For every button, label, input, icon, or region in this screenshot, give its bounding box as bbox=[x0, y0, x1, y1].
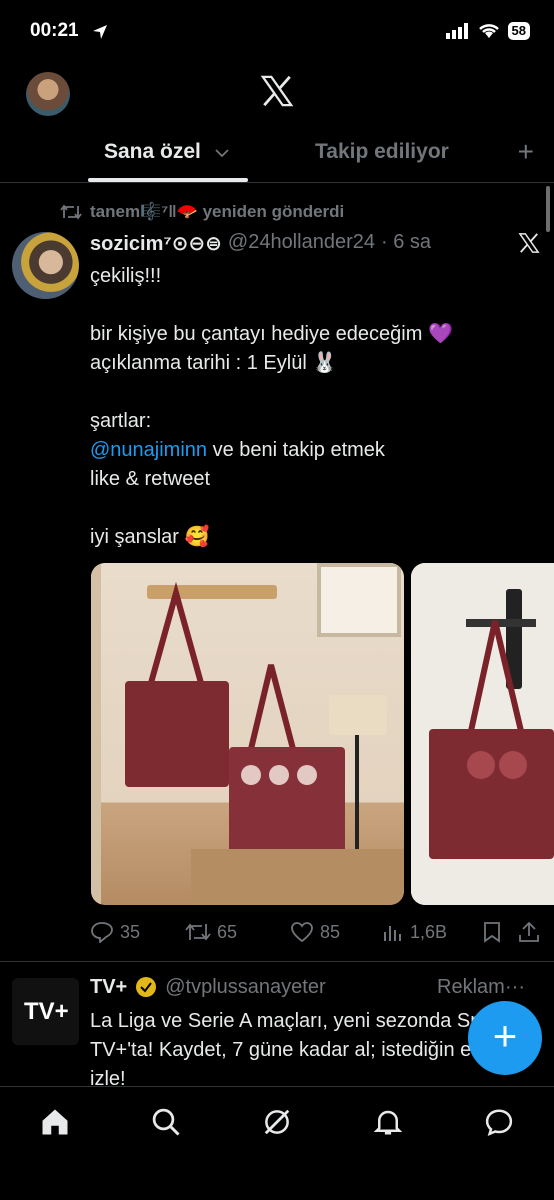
bottom-navigation bbox=[0, 1086, 554, 1200]
search-icon[interactable] bbox=[151, 1107, 181, 1137]
retweet-context[interactable]: tanem🎼⁷‖🪭 yeniden gönderdi bbox=[60, 202, 344, 222]
heart-icon bbox=[291, 922, 313, 943]
battery-indicator: 58 bbox=[507, 22, 530, 40]
promoted-label: Reklam bbox=[437, 976, 505, 998]
tweet-author-avatar[interactable] bbox=[12, 232, 79, 299]
tv-plus-logo-text: TV+ bbox=[24, 998, 69, 1025]
tweet-header: sozicim⁷⊙⊖⊜ @24hollander24 · 6 sa bbox=[90, 231, 431, 256]
ad-avatar[interactable]: TV+ bbox=[12, 978, 79, 1045]
mention-link[interactable]: @nunajiminn bbox=[90, 439, 207, 461]
retweet-icon bbox=[185, 923, 211, 941]
status-indicators: 58 bbox=[445, 22, 530, 40]
signal-icon bbox=[445, 23, 468, 39]
views-button[interactable]: 1,6B bbox=[382, 922, 482, 943]
x-logo-icon[interactable] bbox=[260, 74, 294, 108]
ad-author-handle[interactable]: @tvplussanayeter bbox=[165, 976, 325, 999]
messages-icon[interactable] bbox=[484, 1107, 514, 1137]
share-button[interactable] bbox=[518, 921, 540, 943]
retweet-icon bbox=[60, 204, 82, 220]
views-count: 1,6B bbox=[410, 921, 448, 942]
reply-button[interactable]: 35 bbox=[90, 921, 185, 943]
tweet-time: · 6 sa bbox=[380, 231, 432, 253]
tote-bag-door-photo bbox=[411, 563, 554, 905]
chevron-down-icon bbox=[215, 149, 229, 158]
status-time: 00:21 bbox=[30, 20, 79, 41]
retweet-count: 65 bbox=[217, 921, 238, 942]
tweet-text: çekiliş!!! bir kişiye bu çantayı hediye e… bbox=[90, 262, 530, 552]
profile-avatar[interactable] bbox=[26, 72, 70, 116]
more-options-icon[interactable]: ··· bbox=[505, 976, 525, 999]
tweet-image[interactable] bbox=[411, 563, 554, 905]
compose-button[interactable]: + bbox=[468, 1001, 542, 1075]
tweet-line: çekiliş!!! bbox=[90, 265, 162, 287]
tab-for-you[interactable]: Sana özel bbox=[104, 140, 229, 164]
bookmark-icon bbox=[484, 922, 500, 943]
verified-badge-icon bbox=[136, 977, 157, 997]
tab-following[interactable]: Takip ediliyor bbox=[315, 140, 449, 164]
active-tab-indicator bbox=[88, 178, 248, 182]
reply-count: 35 bbox=[120, 921, 141, 942]
tweet-author-name[interactable]: sozicim⁷⊙⊖⊜ bbox=[90, 231, 222, 256]
share-icon bbox=[519, 921, 539, 942]
tweet-actions: 35 65 85 1,6B bbox=[90, 918, 540, 946]
home-icon[interactable] bbox=[40, 1107, 70, 1137]
ad-author-name[interactable]: TV+ bbox=[90, 976, 127, 999]
tweet-line: açıklanma tarihi : 1 Eylül 🐰 bbox=[90, 352, 338, 374]
location-arrow-icon bbox=[93, 25, 107, 39]
scrollbar[interactable] bbox=[546, 186, 550, 232]
reply-icon bbox=[91, 922, 113, 943]
retweeted-by-text: tanem🎼⁷‖🪭 yeniden gönderdi bbox=[90, 202, 345, 221]
timeline-tabs: Sana özel Takip ediliyor + bbox=[0, 132, 554, 183]
wifi-icon bbox=[478, 24, 499, 38]
add-tab-icon[interactable]: + bbox=[518, 136, 534, 168]
x-logo-icon bbox=[518, 233, 540, 253]
grok-icon[interactable] bbox=[262, 1107, 292, 1137]
tweet-line: like & retweet bbox=[90, 468, 211, 490]
tweet-line: @nunajiminn ve beni takip etmek bbox=[90, 436, 530, 465]
tweet-line-text: ve beni takip etmek bbox=[207, 439, 385, 461]
tab-for-you-label: Sana özel bbox=[104, 140, 201, 163]
like-count: 85 bbox=[320, 921, 341, 942]
tweet-line: iyi şanslar 🥰 bbox=[90, 526, 210, 548]
ad-header: TV+ @tvplussanayeter bbox=[90, 976, 326, 999]
retweet-button[interactable]: 65 bbox=[185, 922, 290, 943]
tote-bags-photo bbox=[91, 563, 404, 905]
bookmark-button[interactable] bbox=[482, 921, 518, 943]
analytics-icon bbox=[384, 926, 401, 941]
tweet-image[interactable] bbox=[91, 563, 404, 905]
tweet-author-handle[interactable]: @24hollander24 bbox=[228, 231, 375, 256]
tweet-line: bir kişiye bu çantayı hediye edeceğim 💜 bbox=[90, 323, 453, 345]
like-button[interactable]: 85 bbox=[290, 921, 382, 943]
tweet-divider bbox=[0, 961, 554, 962]
tweet-line: şartlar: bbox=[90, 410, 152, 432]
notifications-icon[interactable] bbox=[373, 1107, 403, 1137]
